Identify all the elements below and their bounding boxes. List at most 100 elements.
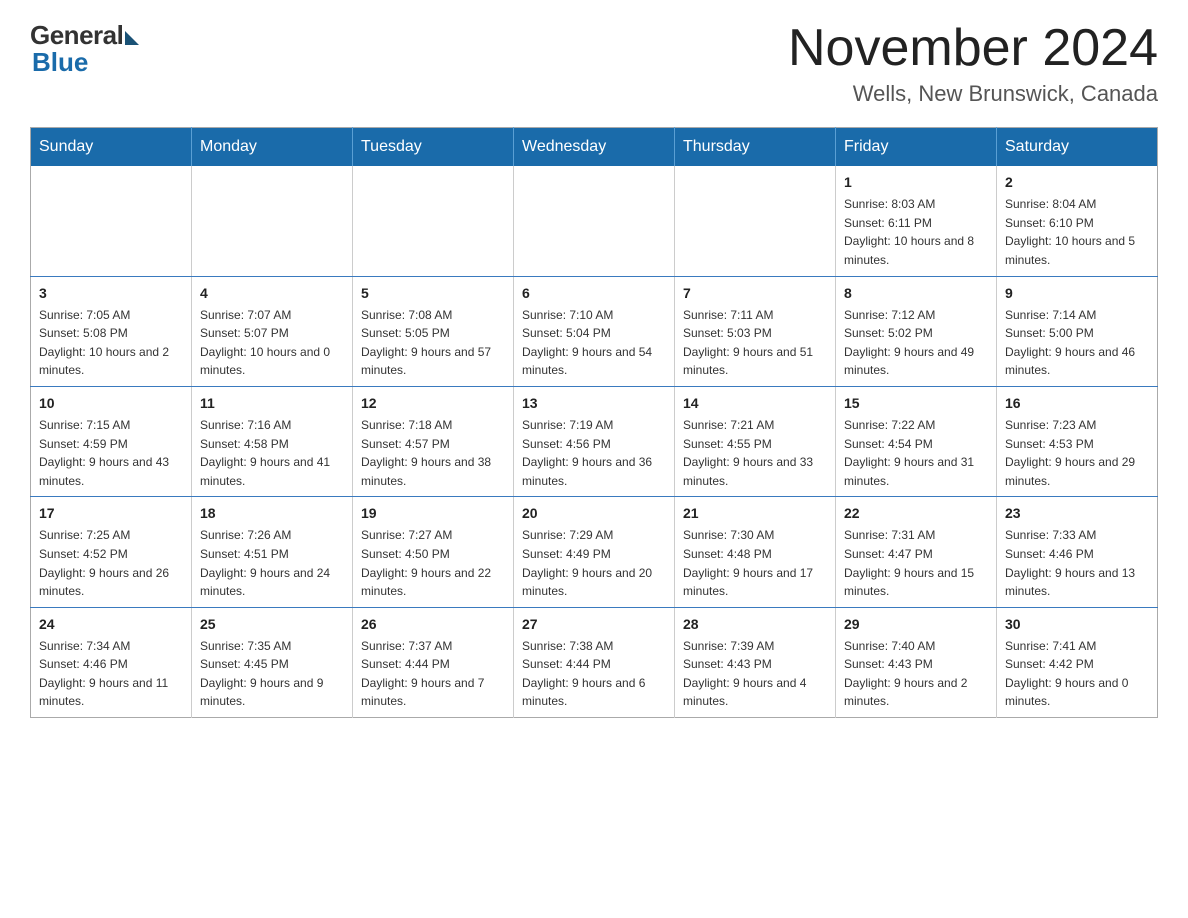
day-info: Sunrise: 7:37 AM Sunset: 4:44 PM Dayligh… (361, 637, 505, 711)
calendar-cell (31, 166, 192, 276)
day-info: Sunrise: 7:35 AM Sunset: 4:45 PM Dayligh… (200, 637, 344, 711)
calendar-cell: 16Sunrise: 7:23 AM Sunset: 4:53 PM Dayli… (997, 386, 1158, 496)
weekday-header-sunday: Sunday (31, 128, 192, 167)
day-number: 14 (683, 393, 827, 414)
calendar-cell: 8Sunrise: 7:12 AM Sunset: 5:02 PM Daylig… (836, 276, 997, 386)
day-number: 2 (1005, 172, 1149, 193)
calendar-cell: 22Sunrise: 7:31 AM Sunset: 4:47 PM Dayli… (836, 497, 997, 607)
day-info: Sunrise: 7:26 AM Sunset: 4:51 PM Dayligh… (200, 526, 344, 600)
weekday-header-tuesday: Tuesday (353, 128, 514, 167)
day-number: 29 (844, 614, 988, 635)
day-info: Sunrise: 7:14 AM Sunset: 5:00 PM Dayligh… (1005, 306, 1149, 380)
page-header: General Blue November 2024 Wells, New Br… (30, 20, 1158, 107)
day-info: Sunrise: 7:27 AM Sunset: 4:50 PM Dayligh… (361, 526, 505, 600)
day-number: 15 (844, 393, 988, 414)
calendar-cell: 28Sunrise: 7:39 AM Sunset: 4:43 PM Dayli… (675, 607, 836, 717)
day-info: Sunrise: 7:34 AM Sunset: 4:46 PM Dayligh… (39, 637, 183, 711)
day-info: Sunrise: 8:03 AM Sunset: 6:11 PM Dayligh… (844, 195, 988, 269)
calendar-cell: 21Sunrise: 7:30 AM Sunset: 4:48 PM Dayli… (675, 497, 836, 607)
calendar-cell: 12Sunrise: 7:18 AM Sunset: 4:57 PM Dayli… (353, 386, 514, 496)
title-block: November 2024 Wells, New Brunswick, Cana… (788, 20, 1158, 107)
day-number: 6 (522, 283, 666, 304)
day-info: Sunrise: 7:25 AM Sunset: 4:52 PM Dayligh… (39, 526, 183, 600)
month-title: November 2024 (788, 20, 1158, 77)
day-info: Sunrise: 7:10 AM Sunset: 5:04 PM Dayligh… (522, 306, 666, 380)
day-info: Sunrise: 7:30 AM Sunset: 4:48 PM Dayligh… (683, 526, 827, 600)
calendar-cell: 1Sunrise: 8:03 AM Sunset: 6:11 PM Daylig… (836, 166, 997, 276)
calendar-cell (675, 166, 836, 276)
calendar-week-row: 24Sunrise: 7:34 AM Sunset: 4:46 PM Dayli… (31, 607, 1158, 717)
calendar-cell (353, 166, 514, 276)
day-info: Sunrise: 7:15 AM Sunset: 4:59 PM Dayligh… (39, 416, 183, 490)
day-info: Sunrise: 7:31 AM Sunset: 4:47 PM Dayligh… (844, 526, 988, 600)
day-number: 3 (39, 283, 183, 304)
day-number: 9 (1005, 283, 1149, 304)
calendar-cell: 17Sunrise: 7:25 AM Sunset: 4:52 PM Dayli… (31, 497, 192, 607)
calendar-cell: 24Sunrise: 7:34 AM Sunset: 4:46 PM Dayli… (31, 607, 192, 717)
day-number: 11 (200, 393, 344, 414)
day-info: Sunrise: 7:22 AM Sunset: 4:54 PM Dayligh… (844, 416, 988, 490)
location-title: Wells, New Brunswick, Canada (788, 81, 1158, 107)
calendar-table: SundayMondayTuesdayWednesdayThursdayFrid… (30, 127, 1158, 718)
calendar-cell: 13Sunrise: 7:19 AM Sunset: 4:56 PM Dayli… (514, 386, 675, 496)
weekday-header-friday: Friday (836, 128, 997, 167)
calendar-cell: 30Sunrise: 7:41 AM Sunset: 4:42 PM Dayli… (997, 607, 1158, 717)
logo-blue-text: Blue (30, 47, 88, 78)
calendar-cell (514, 166, 675, 276)
day-number: 23 (1005, 503, 1149, 524)
logo: General Blue (30, 20, 139, 78)
day-number: 1 (844, 172, 988, 193)
calendar-cell: 3Sunrise: 7:05 AM Sunset: 5:08 PM Daylig… (31, 276, 192, 386)
calendar-cell: 19Sunrise: 7:27 AM Sunset: 4:50 PM Dayli… (353, 497, 514, 607)
calendar-week-row: 3Sunrise: 7:05 AM Sunset: 5:08 PM Daylig… (31, 276, 1158, 386)
calendar-cell: 26Sunrise: 7:37 AM Sunset: 4:44 PM Dayli… (353, 607, 514, 717)
day-number: 7 (683, 283, 827, 304)
calendar-cell: 9Sunrise: 7:14 AM Sunset: 5:00 PM Daylig… (997, 276, 1158, 386)
day-info: Sunrise: 7:12 AM Sunset: 5:02 PM Dayligh… (844, 306, 988, 380)
day-number: 5 (361, 283, 505, 304)
day-info: Sunrise: 7:41 AM Sunset: 4:42 PM Dayligh… (1005, 637, 1149, 711)
calendar-week-row: 10Sunrise: 7:15 AM Sunset: 4:59 PM Dayli… (31, 386, 1158, 496)
calendar-cell: 20Sunrise: 7:29 AM Sunset: 4:49 PM Dayli… (514, 497, 675, 607)
day-number: 22 (844, 503, 988, 524)
day-info: Sunrise: 7:08 AM Sunset: 5:05 PM Dayligh… (361, 306, 505, 380)
weekday-header-wednesday: Wednesday (514, 128, 675, 167)
logo-arrow-icon (125, 31, 139, 45)
day-number: 27 (522, 614, 666, 635)
calendar-cell: 25Sunrise: 7:35 AM Sunset: 4:45 PM Dayli… (192, 607, 353, 717)
day-number: 21 (683, 503, 827, 524)
day-number: 17 (39, 503, 183, 524)
day-number: 28 (683, 614, 827, 635)
calendar-cell: 2Sunrise: 8:04 AM Sunset: 6:10 PM Daylig… (997, 166, 1158, 276)
calendar-cell: 6Sunrise: 7:10 AM Sunset: 5:04 PM Daylig… (514, 276, 675, 386)
day-info: Sunrise: 7:05 AM Sunset: 5:08 PM Dayligh… (39, 306, 183, 380)
day-number: 19 (361, 503, 505, 524)
calendar-cell: 4Sunrise: 7:07 AM Sunset: 5:07 PM Daylig… (192, 276, 353, 386)
calendar-cell: 15Sunrise: 7:22 AM Sunset: 4:54 PM Dayli… (836, 386, 997, 496)
calendar-cell: 5Sunrise: 7:08 AM Sunset: 5:05 PM Daylig… (353, 276, 514, 386)
calendar-cell: 7Sunrise: 7:11 AM Sunset: 5:03 PM Daylig… (675, 276, 836, 386)
day-info: Sunrise: 7:18 AM Sunset: 4:57 PM Dayligh… (361, 416, 505, 490)
calendar-cell: 27Sunrise: 7:38 AM Sunset: 4:44 PM Dayli… (514, 607, 675, 717)
day-info: Sunrise: 7:29 AM Sunset: 4:49 PM Dayligh… (522, 526, 666, 600)
weekday-header-thursday: Thursday (675, 128, 836, 167)
calendar-cell: 18Sunrise: 7:26 AM Sunset: 4:51 PM Dayli… (192, 497, 353, 607)
calendar-cell: 11Sunrise: 7:16 AM Sunset: 4:58 PM Dayli… (192, 386, 353, 496)
day-info: Sunrise: 7:38 AM Sunset: 4:44 PM Dayligh… (522, 637, 666, 711)
calendar-cell: 29Sunrise: 7:40 AM Sunset: 4:43 PM Dayli… (836, 607, 997, 717)
weekday-header-saturday: Saturday (997, 128, 1158, 167)
day-info: Sunrise: 7:33 AM Sunset: 4:46 PM Dayligh… (1005, 526, 1149, 600)
day-number: 12 (361, 393, 505, 414)
calendar-week-row: 17Sunrise: 7:25 AM Sunset: 4:52 PM Dayli… (31, 497, 1158, 607)
day-info: Sunrise: 8:04 AM Sunset: 6:10 PM Dayligh… (1005, 195, 1149, 269)
day-info: Sunrise: 7:21 AM Sunset: 4:55 PM Dayligh… (683, 416, 827, 490)
calendar-cell: 14Sunrise: 7:21 AM Sunset: 4:55 PM Dayli… (675, 386, 836, 496)
calendar-cell: 10Sunrise: 7:15 AM Sunset: 4:59 PM Dayli… (31, 386, 192, 496)
day-number: 10 (39, 393, 183, 414)
day-number: 4 (200, 283, 344, 304)
calendar-cell (192, 166, 353, 276)
day-info: Sunrise: 7:23 AM Sunset: 4:53 PM Dayligh… (1005, 416, 1149, 490)
day-number: 26 (361, 614, 505, 635)
day-number: 13 (522, 393, 666, 414)
day-number: 16 (1005, 393, 1149, 414)
